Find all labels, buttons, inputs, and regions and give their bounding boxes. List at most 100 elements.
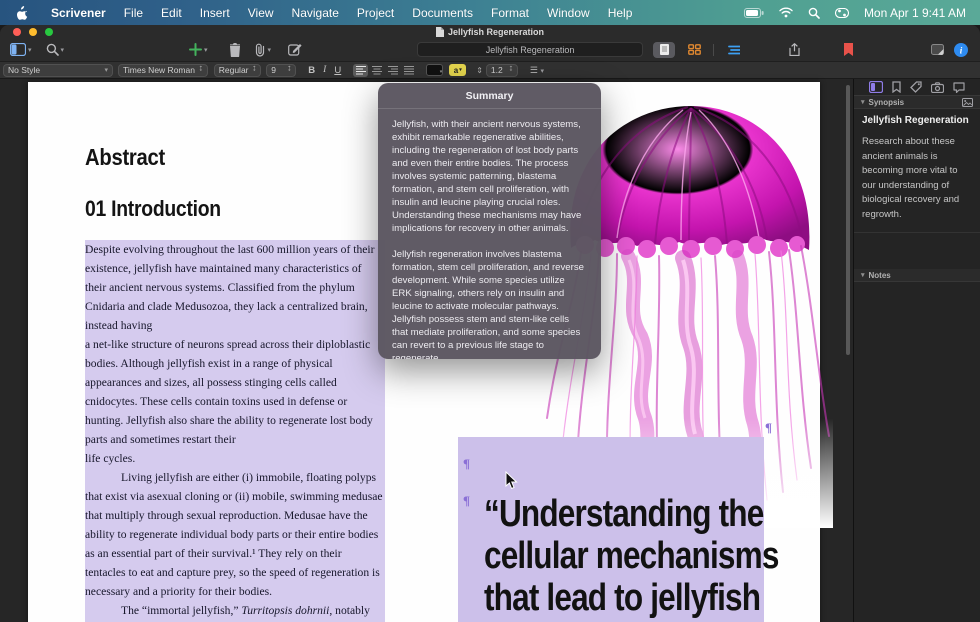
menu-item-scrivener[interactable]: Scrivener [51,6,106,20]
menu-item-view[interactable]: View [248,6,274,20]
list-format-button[interactable]: ☰ ▾ [530,65,544,76]
heading-abstract: Abstract [85,144,165,171]
pilcrow-mark: ¶ [458,457,764,470]
battery-icon[interactable] [744,8,764,18]
inspector-info-button[interactable]: i [954,43,968,57]
document-icon [436,27,444,37]
compose-button[interactable] [288,43,302,56]
menu-item-project[interactable]: Project [357,6,394,20]
corkboard-view-button[interactable] [683,42,705,58]
bold-button[interactable]: B [308,65,315,76]
bookmark-button[interactable] [844,43,853,56]
pull-quote-text: “Understanding the cellular mechanisms t… [458,493,764,619]
align-right-button[interactable] [385,64,400,77]
mouse-cursor [505,471,518,490]
synopsis-card[interactable]: Jellyfish Regeneration Research about th… [854,109,980,233]
window-title: Jellyfish Regeneration [0,27,980,37]
outline-view-button[interactable] [722,42,744,58]
tab-bookmarks[interactable] [892,81,901,93]
writing-tools-summary-popup[interactable]: Summary Jellyfish, with their ancient ne… [378,83,601,359]
highlight-color-well[interactable]: a▾ [449,64,466,76]
inspector-tab-bar [854,79,980,96]
chevron-down-icon: ▾ [861,98,865,106]
underline-button[interactable]: U [334,65,341,76]
layouts-icon [931,44,944,55]
spotlight-search-icon[interactable] [808,7,820,19]
summary-paragraph: Jellyfish regeneration involves blastema… [392,248,587,359]
synopsis-title: Jellyfish Regeneration [862,115,972,126]
tab-snapshots[interactable] [931,82,944,93]
status-tray: Mon Apr 1 9:41 AM [744,6,980,20]
search-icon [46,43,59,56]
document-search-field[interactable] [417,42,643,57]
menu-item-insert[interactable]: Insert [200,6,230,20]
tab-metadata[interactable] [910,81,922,93]
editor-scrollbar[interactable] [846,85,850,355]
tab-notes[interactable] [869,81,883,93]
menu-item-navigate[interactable]: Navigate [292,6,339,20]
alignment-group [353,64,416,77]
menu-item-format[interactable]: Format [491,6,529,20]
line-spacing-stepper[interactable]: 1.2⭥ [486,64,518,77]
paragraph: Despite evolving throughout the last 600… [85,240,385,468]
font-size-stepper[interactable]: 9⭥ [266,64,296,77]
document-view-button[interactable] [653,42,675,58]
add-plus-icon [189,43,202,56]
notes-section-header[interactable]: ▾ Notes [854,269,980,282]
line-spacing-icon[interactable]: ⇕ [476,66,483,75]
main-toolbar: ▾ ▾ ▾ ▾ [0,38,980,61]
menu-bar-clock[interactable]: Mon Apr 1 9:41 AM [864,6,966,20]
binder-toggle-button[interactable]: ▾ [10,43,32,56]
font-dropdown[interactable]: Times New Roman⭥ [118,64,208,77]
italic-button[interactable]: I [323,65,326,75]
font-variant-dropdown[interactable]: Regular⭥ [214,64,262,77]
trash-button[interactable] [229,43,241,57]
menu-item-window[interactable]: Window [547,6,590,20]
paragraph: Living jellyfish are either (i) immobile… [85,468,385,601]
menu-bar: Scrivener File Edit Insert View Navigate… [0,0,980,25]
style-dropdown[interactable]: No Style▾ [3,64,113,77]
align-center-button[interactable] [369,64,384,77]
synopsis-text: Research about these ancient animals is … [862,135,972,222]
menu-item-edit[interactable]: Edit [161,6,182,20]
control-center-icon[interactable] [835,8,849,18]
paperclip-icon [254,43,266,57]
layouts-button[interactable] [931,44,944,55]
share-button[interactable] [789,43,800,56]
align-left-button[interactable] [353,64,368,77]
view-mode-group [653,42,744,58]
apple-menu-icon[interactable] [16,6,28,20]
attach-button[interactable]: ▾ [254,43,272,57]
pilcrow-mark: ¶ [765,420,772,436]
document-view-icon [660,44,669,55]
search-toolbar-button[interactable]: ▾ [46,43,65,56]
inspector-panel: ▾ Synopsis Jellyfish Regeneration Resear… [853,79,980,622]
synopsis-image-icon[interactable] [962,98,973,107]
trash-icon [229,43,241,57]
chevron-down-icon: ▾ [861,271,865,279]
synopsis-section-header[interactable]: ▾ Synopsis [854,96,980,109]
summary-paragraph: Jellyfish, with their ancient nervous sy… [392,118,587,235]
corkboard-view-icon [688,44,701,55]
share-icon [789,43,800,56]
menu-item-documents[interactable]: Documents [412,6,473,20]
align-justify-button[interactable] [401,64,416,77]
bookmark-icon [844,43,853,56]
menu-item-help[interactable]: Help [608,6,633,20]
menu-item-file[interactable]: File [124,6,143,20]
tab-comments[interactable] [953,82,965,93]
window-title-bar: Jellyfish Regeneration [0,25,980,38]
compose-icon [288,43,302,56]
outline-view-icon [727,45,740,55]
pull-quote-block[interactable]: ¶ ¶ “Understanding the cellular mechanis… [458,437,764,622]
text-color-well[interactable]: ▾ [426,64,443,76]
body-text-selection[interactable]: Despite evolving throughout the last 600… [85,240,385,622]
wifi-icon[interactable] [779,7,793,18]
popup-body: Jellyfish, with their ancient nervous sy… [378,109,601,359]
screen: Scrivener File Edit Insert View Navigate… [0,0,980,622]
format-bar: No Style▾ Times New Roman⭥ Regular⭥ 9⭥ B… [0,61,980,79]
info-icon: i [954,43,968,57]
view-group-divider [713,44,714,56]
add-item-button[interactable]: ▾ [189,43,208,56]
heading-introduction: 01 Introduction [85,196,221,222]
